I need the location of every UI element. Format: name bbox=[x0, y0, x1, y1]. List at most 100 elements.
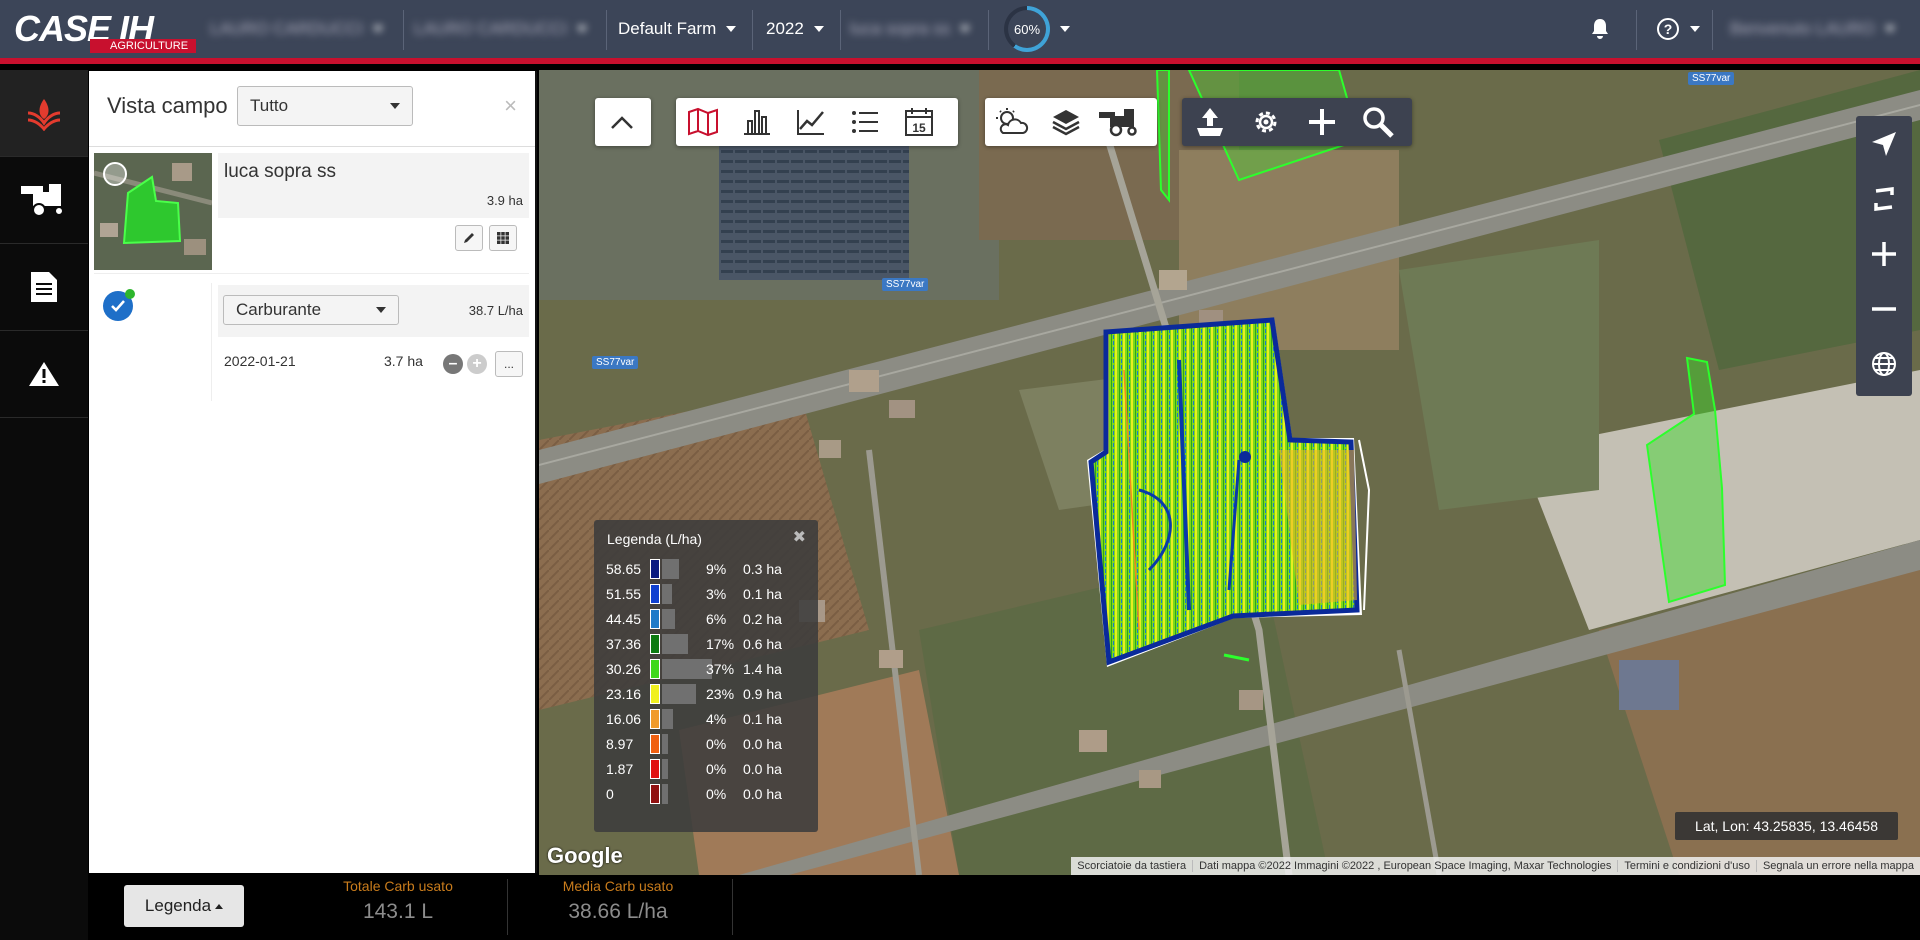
legend-row: 8.97 0% 0.0 ha bbox=[606, 733, 811, 755]
farm-selector[interactable]: Default Farm bbox=[618, 0, 737, 58]
nav-item-reports[interactable] bbox=[0, 244, 88, 331]
report-error-link[interactable]: Segnala un errore nella mappa bbox=[1755, 860, 1920, 872]
add-operation-button[interactable]: + bbox=[467, 354, 487, 374]
legend-row: 51.55 3% 0.1 ha bbox=[606, 583, 811, 605]
alert-icon bbox=[29, 362, 59, 386]
legend-toggle-button[interactable]: Legenda bbox=[124, 885, 244, 927]
legend-percent: 4% bbox=[706, 711, 727, 727]
legend-share-bar bbox=[662, 734, 668, 754]
legend-color-swatch bbox=[650, 634, 660, 654]
export-icon bbox=[1197, 108, 1223, 136]
notifications-button[interactable] bbox=[1590, 0, 1610, 58]
field-thumbnail[interactable] bbox=[94, 153, 212, 270]
legend-row: 23.16 23% 0.9 ha bbox=[606, 683, 811, 705]
legend-share-bar bbox=[662, 584, 672, 604]
bar-chart-icon bbox=[744, 110, 770, 135]
close-icon[interactable]: ✖ bbox=[793, 527, 806, 547]
sync-progress[interactable]: 60% bbox=[1004, 0, 1070, 58]
remove-operation-button[interactable]: – bbox=[443, 354, 463, 374]
chevron-down-icon bbox=[960, 26, 971, 32]
zoom-in-button[interactable] bbox=[1856, 226, 1912, 281]
globe-icon bbox=[1872, 351, 1896, 376]
nav-item-alerts[interactable] bbox=[0, 331, 88, 418]
legend-color-swatch bbox=[650, 559, 660, 579]
locate-button[interactable] bbox=[1856, 116, 1912, 171]
map-view[interactable]: SS77var SS77var SS77var 15 Legenda (L/ha… bbox=[539, 70, 1920, 875]
legend-area: 0.0 ha bbox=[743, 736, 782, 752]
collapse-button[interactable] bbox=[595, 98, 649, 146]
divider bbox=[732, 879, 733, 935]
calendar-button[interactable]: 15 bbox=[892, 98, 946, 146]
more-options-button[interactable]: ... bbox=[495, 351, 523, 377]
legend-color-swatch bbox=[650, 609, 660, 629]
legend-title: Legenda (L/ha) bbox=[607, 531, 702, 547]
legend-value: 1.87 bbox=[606, 761, 634, 777]
select-field-checkbox[interactable] bbox=[103, 162, 127, 186]
terms-link[interactable]: Termini e condizioni d'uso bbox=[1617, 860, 1756, 872]
filter-value: Tutto bbox=[250, 96, 289, 115]
legend-row: 16.06 4% 0.1 ha bbox=[606, 708, 811, 730]
layer-select[interactable]: Carburante bbox=[223, 295, 399, 325]
operation-header: Carburante 38.7 L/ha bbox=[218, 285, 529, 337]
machine-layer-button[interactable] bbox=[1093, 98, 1147, 146]
progress-label: 60% bbox=[1008, 10, 1046, 48]
close-icon[interactable]: × bbox=[504, 93, 517, 119]
legend-percent: 9% bbox=[706, 561, 727, 577]
farm-label: Default Farm bbox=[618, 19, 717, 38]
search-button[interactable] bbox=[1350, 98, 1406, 146]
grid-view-button[interactable] bbox=[489, 225, 517, 251]
layer-value: Carburante bbox=[236, 300, 322, 319]
bar-chart-button[interactable] bbox=[730, 98, 784, 146]
line-chart-icon bbox=[797, 110, 824, 135]
total-fuel-value: 143.1 L bbox=[362, 900, 434, 923]
view-filter-select[interactable]: Tutto bbox=[237, 86, 413, 126]
nav-item-crops[interactable] bbox=[0, 70, 88, 157]
field-card[interactable]: luca sopra ss 3.9 ha bbox=[94, 153, 529, 274]
divider bbox=[403, 10, 404, 50]
settings-button[interactable] bbox=[1238, 98, 1294, 146]
edit-field-button[interactable] bbox=[455, 225, 483, 251]
org-selector-1[interactable]: LAURO CARDUCCI bbox=[210, 0, 384, 58]
weather-button[interactable] bbox=[985, 98, 1039, 146]
legend-row: 1.87 0% 0.0 ha bbox=[606, 758, 811, 780]
layers-icon bbox=[1052, 110, 1080, 136]
legend-value: 8.97 bbox=[606, 736, 634, 752]
user-menu[interactable]: Benvenuto LAURO bbox=[1730, 0, 1895, 58]
field-selector[interactable]: luca sopra ss bbox=[850, 0, 971, 58]
layers-button[interactable] bbox=[1039, 98, 1093, 146]
map-view-button[interactable] bbox=[676, 98, 730, 146]
panel-title: Vista campo bbox=[107, 93, 228, 118]
list-button[interactable] bbox=[838, 98, 892, 146]
avg-fuel-stat: Media Carb usato 38.66 L/ha bbox=[528, 878, 708, 924]
add-button[interactable] bbox=[1294, 98, 1350, 146]
legend-percent: 23% bbox=[706, 686, 735, 702]
divider bbox=[1636, 10, 1637, 50]
legend-share-bar bbox=[662, 659, 712, 679]
weather-icon bbox=[996, 108, 1029, 134]
rotate-button[interactable] bbox=[1856, 171, 1912, 226]
keyboard-shortcuts-link[interactable]: Scorciatoie da tastiera bbox=[1071, 860, 1192, 872]
zoom-out-button[interactable] bbox=[1856, 281, 1912, 336]
top-bar: CASE IH AGRICULTURE LAURO CARDUCCI LAURO… bbox=[0, 0, 1920, 64]
year-selector[interactable]: 2022 bbox=[766, 0, 824, 58]
chevron-down-icon bbox=[813, 26, 824, 32]
grid-icon bbox=[497, 232, 509, 244]
brand-sub: AGRICULTURE bbox=[90, 39, 197, 53]
export-button[interactable] bbox=[1182, 98, 1238, 146]
help-button[interactable]: ? bbox=[1656, 0, 1700, 58]
globe-button[interactable] bbox=[1856, 336, 1912, 391]
legend-percent: 3% bbox=[706, 586, 727, 602]
collapse-toolbar-group bbox=[595, 98, 651, 146]
road-label: SS77var bbox=[882, 278, 929, 291]
org-selector-2[interactable]: LAURO CARDUCCI bbox=[414, 0, 588, 58]
map-attribution: Scorciatoie da tastiera Dati mappa ©2022… bbox=[1071, 857, 1920, 875]
case-ih-logo[interactable]: CASE IH AGRICULTURE bbox=[14, 8, 197, 54]
divider bbox=[752, 10, 753, 50]
line-chart-button[interactable] bbox=[784, 98, 838, 146]
operation-checkbox[interactable] bbox=[103, 289, 135, 321]
nav-item-machines[interactable] bbox=[0, 157, 88, 244]
lat-lon-readout: Lat, Lon: 43.25835, 13.46458 bbox=[1675, 812, 1898, 840]
legend-value: 44.45 bbox=[606, 611, 642, 627]
legend-row: 30.26 37% 1.4 ha bbox=[606, 658, 811, 680]
plus-icon bbox=[1309, 109, 1335, 135]
